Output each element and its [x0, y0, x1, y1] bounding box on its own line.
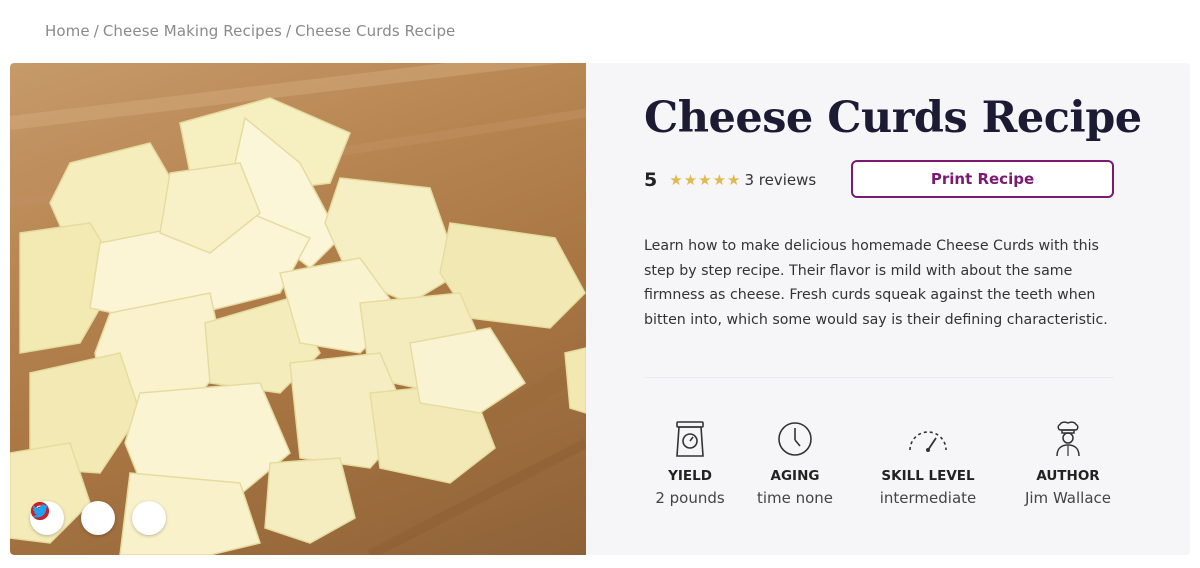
- reviews-count-link[interactable]: 3 reviews: [745, 171, 817, 189]
- chef-icon: [1056, 421, 1080, 457]
- recipe-card: Cheese Curds Recipe 5 ★ ★ ★ ★ ★ 3 review…: [10, 63, 1190, 555]
- meta-yield: YIELD 2 pounds: [650, 419, 730, 507]
- breadcrumb-cheese-making-recipes[interactable]: Cheese Making Recipes: [103, 22, 282, 40]
- breadcrumb-current[interactable]: Cheese Curds Recipe: [295, 22, 455, 40]
- recipe-title: Cheese Curds Recipe: [644, 93, 1142, 143]
- twitter-icon: [32, 504, 48, 518]
- print-recipe-button[interactable]: Print Recipe: [851, 160, 1114, 198]
- meta-author: AUTHOR Jim Wallace: [1018, 419, 1118, 507]
- meta-value: Jim Wallace: [1024, 489, 1112, 507]
- rating-value: 5: [644, 169, 658, 191]
- meta-aging: AGING time none: [755, 419, 835, 507]
- meta-value: time none: [756, 489, 834, 507]
- meta-label: AGING: [770, 468, 820, 484]
- meta-label: SKILL LEVEL: [881, 468, 975, 484]
- social-share-buttons: [30, 501, 166, 535]
- clock-icon: [778, 422, 812, 456]
- breadcrumb-separator: /: [285, 22, 292, 40]
- breadcrumb-home[interactable]: Home: [45, 22, 90, 40]
- recipe-photo: [10, 63, 586, 555]
- pinterest-share-button[interactable]: [31, 501, 115, 535]
- meta-label: AUTHOR: [1036, 468, 1100, 484]
- twitter-share-button[interactable]: [32, 501, 166, 535]
- star-icon: ★: [683, 170, 698, 189]
- star-icon: ★: [712, 170, 727, 189]
- scale-icon: [676, 421, 704, 457]
- star-rating[interactable]: ★ ★ ★ ★ ★: [669, 170, 741, 189]
- divider: [644, 377, 1114, 378]
- rating-row: 5 ★ ★ ★ ★ ★ 3 reviews: [644, 169, 816, 191]
- cheese-curds-image: [10, 63, 586, 555]
- breadcrumb-separator: /: [93, 22, 99, 40]
- meta-value: intermediate: [879, 489, 977, 507]
- meta-skill-level: SKILL LEVEL intermediate: [878, 419, 978, 507]
- star-icon: ★: [727, 170, 741, 189]
- gauge-icon: [909, 431, 947, 452]
- meta-value: 2 pounds: [655, 489, 725, 507]
- breadcrumb: Home / Cheese Making Recipes / Cheese Cu…: [45, 22, 455, 40]
- recipe-description: Learn how to make delicious homemade Che…: [644, 238, 1108, 328]
- star-icon: ★: [669, 170, 683, 189]
- meta-label: YIELD: [668, 468, 712, 484]
- star-icon: ★: [698, 170, 712, 189]
